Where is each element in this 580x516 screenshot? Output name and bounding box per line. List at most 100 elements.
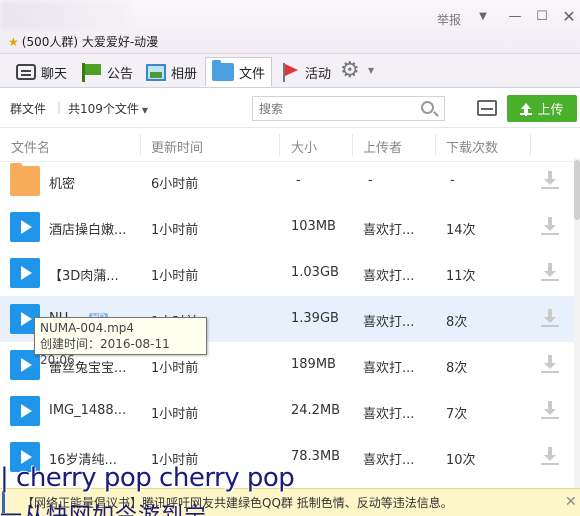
file-uploader: 喜欢打... — [363, 361, 415, 376]
file-downloads: 8次 — [446, 315, 468, 330]
file-uploader: 喜欢打... — [363, 407, 415, 422]
folder-icon — [212, 60, 234, 81]
settings-gear-icon[interactable]: ⚙ — [340, 59, 360, 83]
chat-icon — [16, 64, 36, 80]
file-row[interactable]: 机密 6小时前 - - - — [0, 158, 574, 204]
upload-icon — [520, 102, 533, 115]
file-name: IMG_1488... — [49, 403, 127, 418]
column-divider — [352, 134, 353, 156]
search-input[interactable] — [253, 97, 413, 120]
column-header-uploader[interactable]: 上传者 — [363, 137, 402, 156]
search-box — [252, 96, 445, 121]
column-header-size[interactable]: 大小 — [291, 137, 317, 156]
tab-label: 相册 — [171, 66, 198, 82]
file-row[interactable]: IMG_1488... 1小时前 24.2MB 喜欢打... 7次 — [0, 388, 574, 434]
report-button[interactable]: 举报 — [437, 11, 461, 28]
file-size: 78.3MB — [291, 449, 341, 464]
announcement-flag-icon — [80, 62, 102, 82]
file-downloads: - — [450, 173, 455, 188]
garbled-overlay-text: 一从快网如今游到宁 — [0, 506, 207, 516]
file-uploader: 喜欢打... — [363, 223, 415, 238]
file-name: 机密 — [49, 177, 76, 192]
tab-activity[interactable]: 活动 — [274, 57, 337, 87]
video-file-icon — [10, 212, 40, 242]
file-size: 103MB — [291, 219, 336, 234]
file-uploader: 喜欢打... — [363, 269, 415, 284]
column-header-downloads[interactable]: 下载次数 — [446, 137, 498, 156]
download-icon[interactable] — [541, 401, 559, 419]
file-size: 1.39GB — [291, 311, 339, 326]
column-header-name[interactable]: 文件名 — [11, 137, 50, 156]
file-downloads: 8次 — [446, 361, 468, 376]
file-size: 24.2MB — [291, 403, 341, 418]
download-icon[interactable] — [541, 263, 559, 281]
column-divider — [279, 134, 280, 156]
video-file-icon — [10, 396, 40, 426]
file-size: 189MB — [291, 357, 336, 372]
file-name: 酒店操白嫩... — [49, 223, 127, 238]
file-size: 1.03GB — [291, 265, 339, 280]
file-downloads: 11次 — [446, 269, 476, 284]
file-toolbar: 群文件 | 共109个文件▼ 上传 — [0, 88, 580, 128]
upload-button[interactable]: 上传 — [507, 95, 577, 122]
file-time: 6小时前 — [151, 177, 199, 192]
tooltip-filename: NUMA-004.mp4 — [40, 321, 135, 335]
file-uploader: 喜欢打... — [363, 453, 415, 468]
tab-chat[interactable]: 聊天 — [10, 57, 73, 87]
group-title-text: (500人群) 大爱爱好-动漫 — [21, 35, 159, 49]
tab-label: 文件 — [239, 66, 266, 82]
divider: | — [57, 100, 62, 114]
group-title: ★ (500人群) 大爱爱好-动漫 — [8, 33, 158, 50]
tooltip-created-time: 创建时间：2016-08-11 20:06 — [40, 337, 170, 367]
download-icon[interactable] — [541, 447, 559, 465]
title-bar: ★ (500人群) 大爱爱好-动漫 举报 ▼ — ☐ ✕ — [0, 0, 580, 54]
file-downloads: 7次 — [446, 407, 468, 422]
tab-label: 公告 — [107, 66, 134, 82]
photo-icon — [146, 63, 166, 81]
chevron-down-icon: ▼ — [141, 106, 149, 115]
file-tooltip: NUMA-004.mp4 创建时间：2016-08-11 20:06 — [34, 317, 207, 367]
upload-label: 上传 — [537, 103, 564, 118]
tab-files[interactable]: 文件 — [205, 57, 273, 87]
file-manager-icon[interactable] — [477, 100, 497, 116]
file-uploader: 喜欢打... — [363, 315, 415, 330]
tab-album[interactable]: 相册 — [140, 57, 203, 87]
maximize-icon[interactable]: ☐ — [533, 8, 551, 26]
column-divider — [435, 134, 436, 156]
scrollbar-thumb[interactable] — [574, 160, 580, 220]
file-size: - — [296, 173, 301, 188]
download-icon[interactable] — [541, 355, 559, 373]
file-time: 1小时前 — [151, 223, 199, 238]
download-icon[interactable] — [541, 217, 559, 235]
total-files-dropdown[interactable]: 共109个文件 ▼ — [68, 100, 148, 117]
minimize-icon[interactable]: — — [506, 8, 524, 26]
file-time: 1小时前 — [151, 407, 199, 422]
vertical-scrollbar[interactable] — [574, 158, 580, 488]
group-files-label: 群文件 — [10, 102, 47, 116]
column-divider — [530, 134, 531, 156]
column-header-updated[interactable]: 更新时间 — [151, 137, 203, 156]
close-icon[interactable]: ✕ — [565, 494, 577, 510]
column-divider — [140, 134, 141, 156]
tab-bar: 聊天 公告 相册 文件 活动 — [0, 54, 580, 88]
download-icon[interactable] — [541, 171, 559, 189]
file-downloads: 14次 — [446, 223, 476, 238]
file-row[interactable]: 酒店操白嫩... 1小时前 103MB 喜欢打... 14次 — [0, 204, 574, 250]
file-uploader: - — [368, 173, 373, 188]
blurred-group-banner — [0, 0, 130, 30]
close-icon[interactable]: ✕ — [560, 8, 578, 26]
red-flag-icon — [280, 62, 300, 82]
tab-announcement[interactable]: 公告 — [74, 57, 139, 87]
search-icon[interactable] — [421, 101, 434, 114]
file-list-header: 文件名 更新时间 大小 上传者 下载次数 — [0, 128, 580, 162]
tab-label: 活动 — [305, 66, 332, 82]
total-files-label: 共109个文件 — [68, 102, 139, 116]
file-row[interactable]: 【3D肉蒲... 1小时前 1.03GB 喜欢打... 11次 — [0, 250, 574, 296]
tab-label: 聊天 — [41, 66, 68, 82]
overlay-text: | cherry pop cherry pop — [0, 463, 295, 493]
download-icon[interactable] — [541, 309, 559, 327]
chevron-down-icon[interactable]: ▼ — [368, 66, 374, 75]
file-time: 1小时前 — [151, 269, 199, 284]
folder-icon — [10, 163, 40, 196]
window-menu-icon[interactable]: ▼ — [474, 8, 492, 26]
